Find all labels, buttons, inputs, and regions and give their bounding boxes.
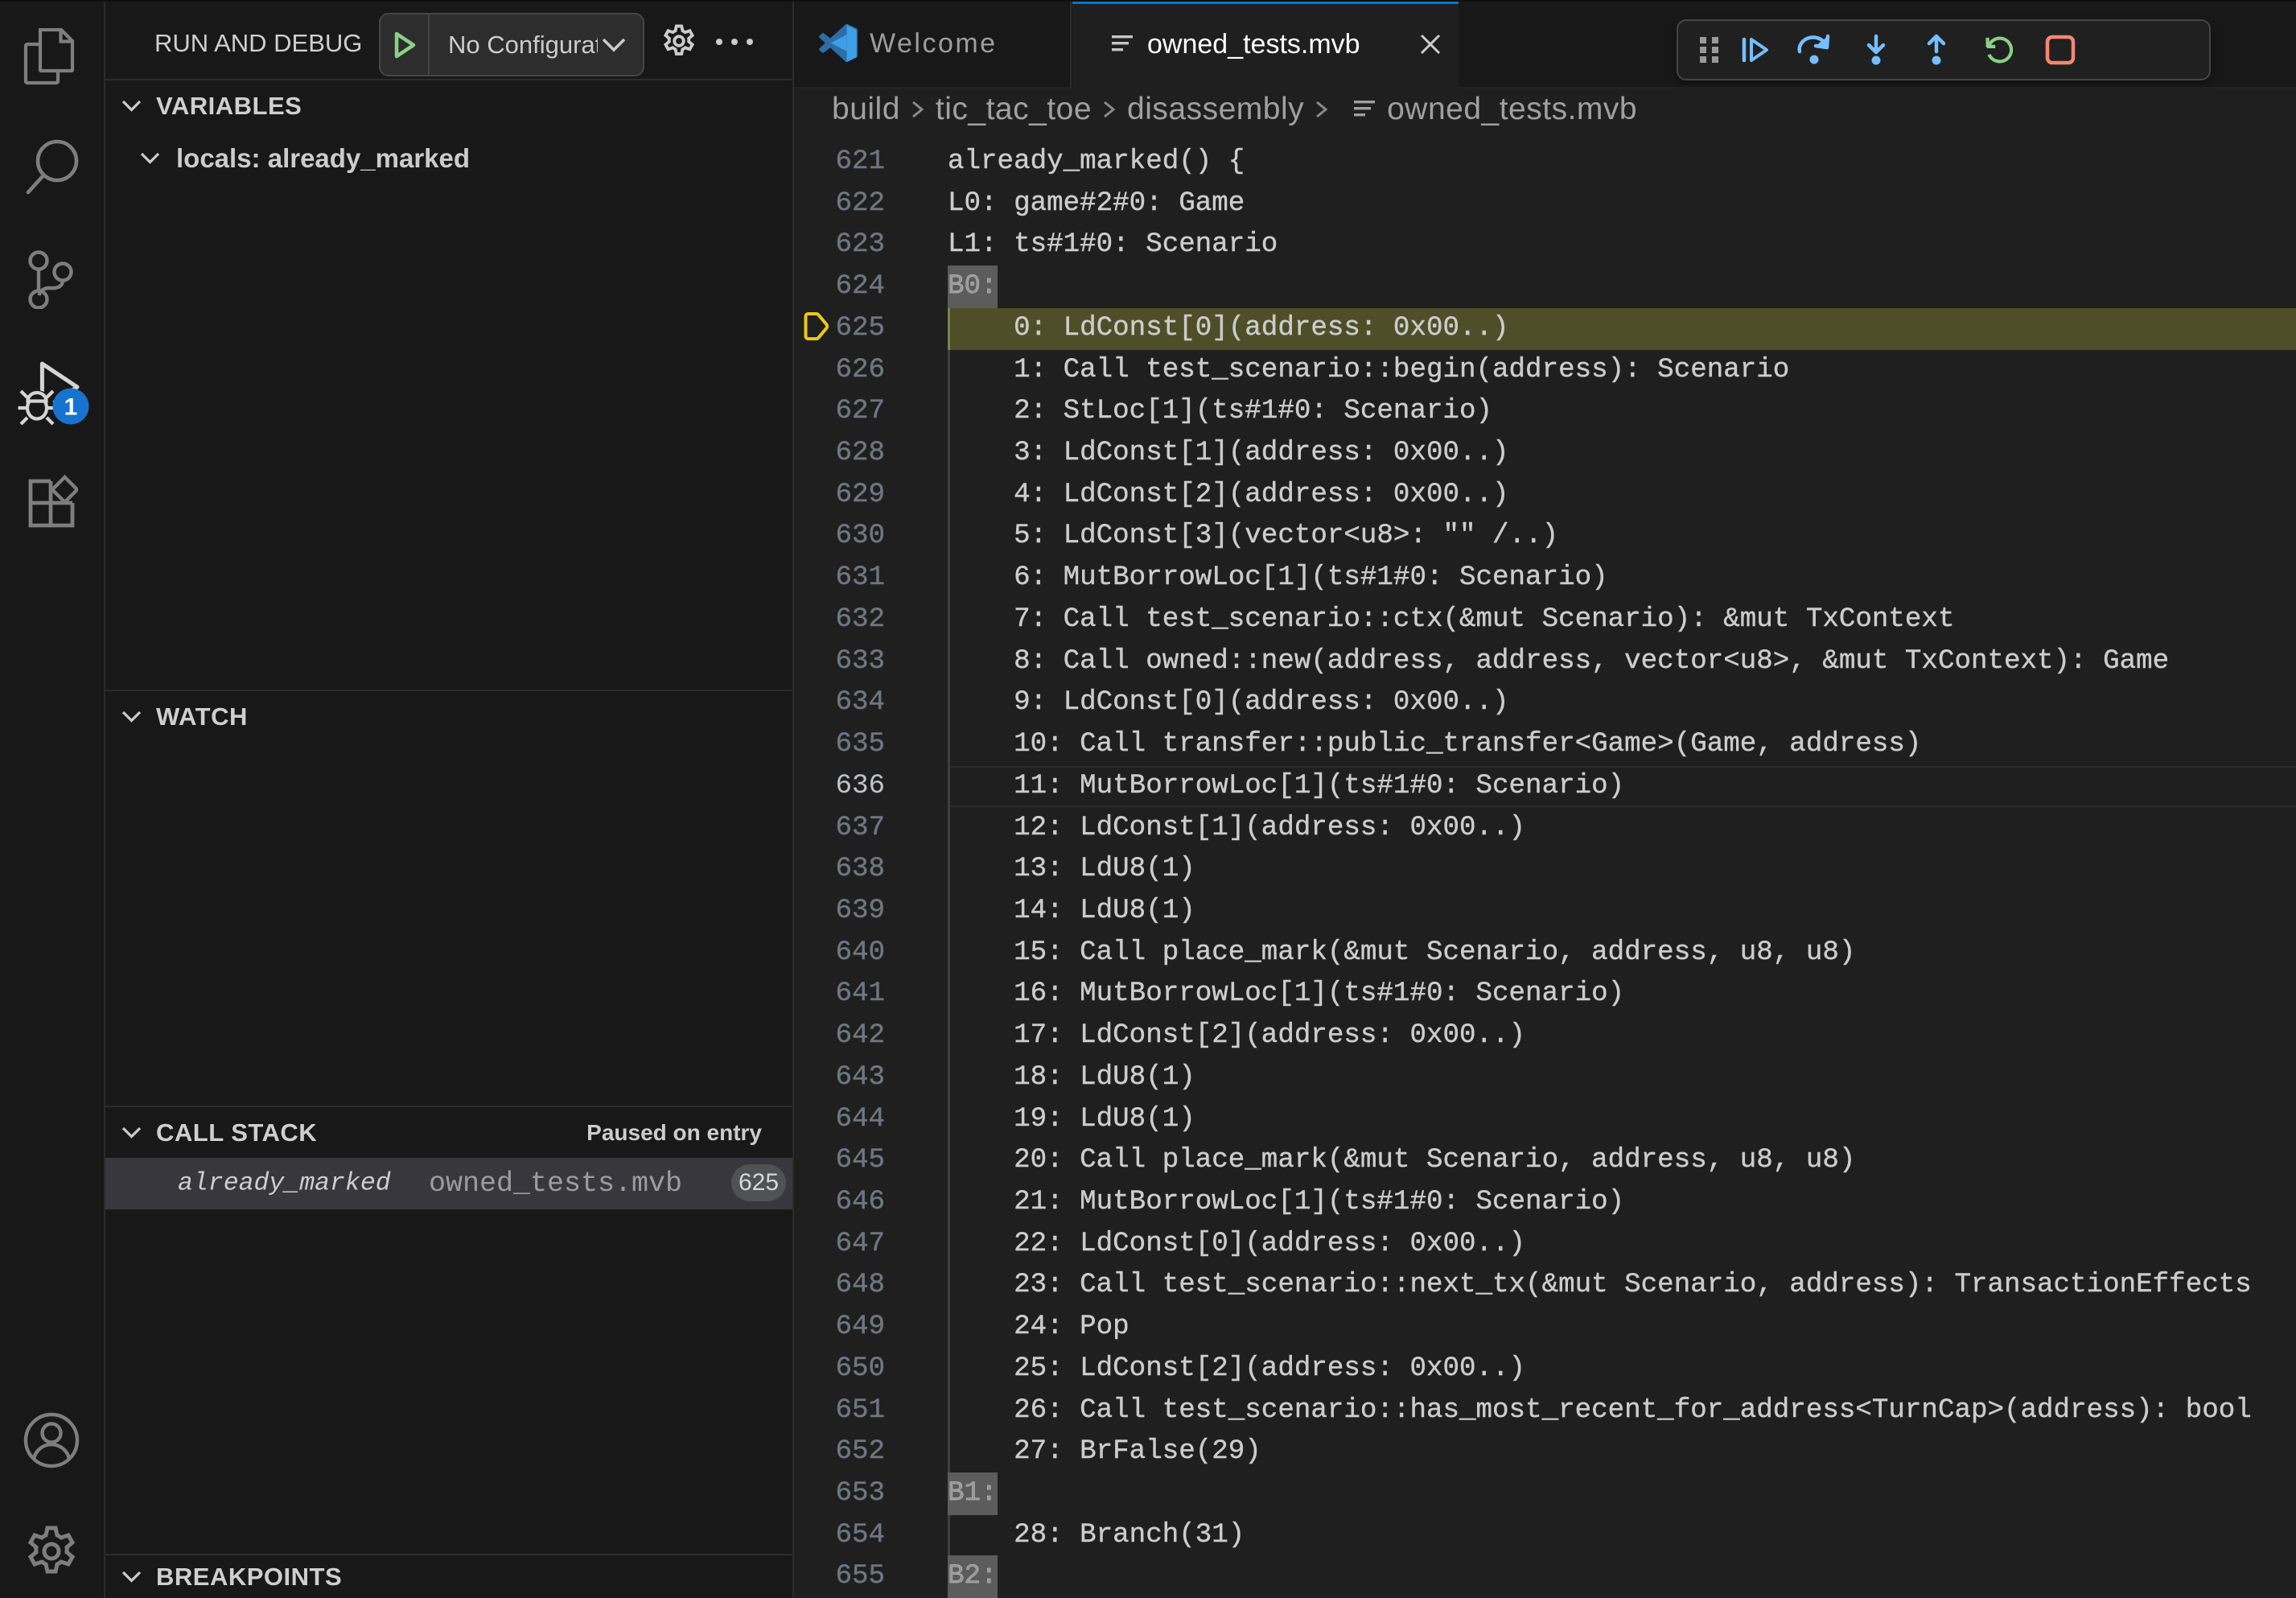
svg-text:1: 1	[64, 394, 78, 421]
